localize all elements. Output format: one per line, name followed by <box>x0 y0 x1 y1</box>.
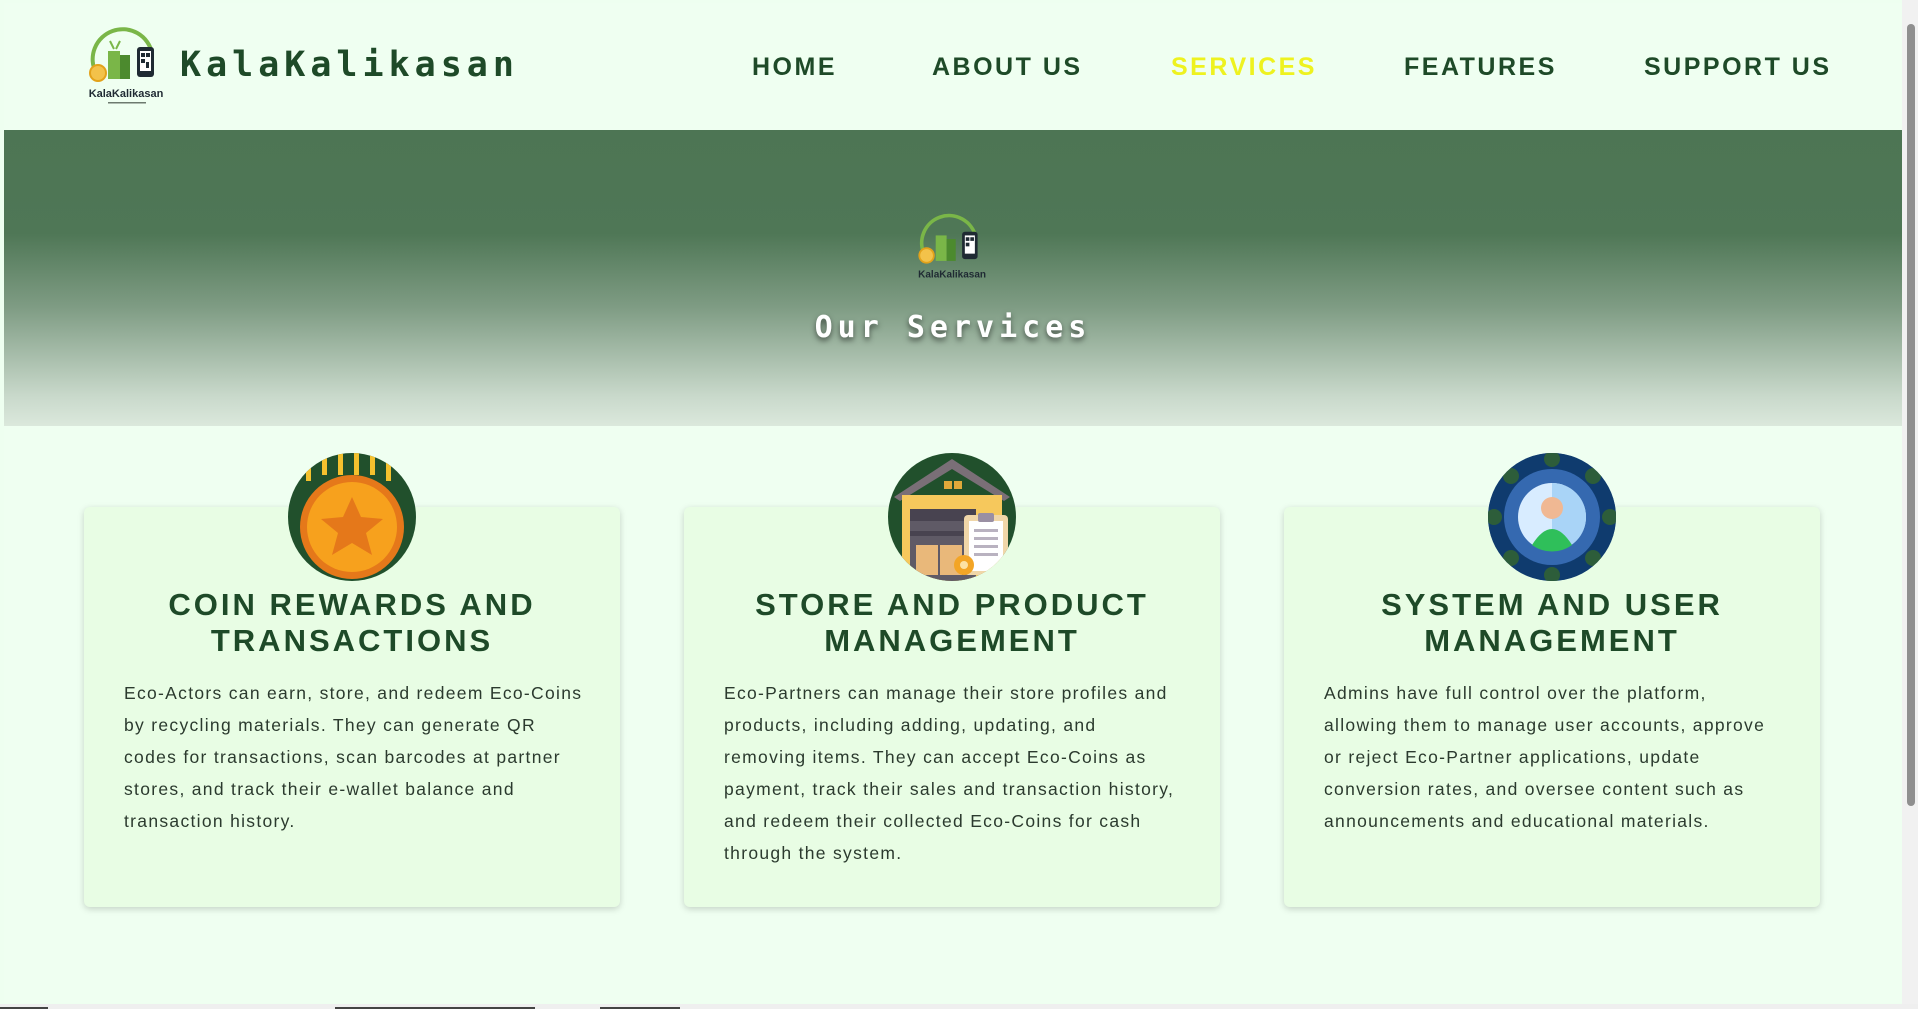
nav-support-us[interactable]: SUPPORT US <box>1644 53 1832 82</box>
page-title: Our Services <box>814 310 1092 345</box>
hero-logo: KalaKalikasan <box>912 210 994 290</box>
card-description: Admins have full control over the platfo… <box>1324 683 1766 831</box>
card-description: Eco-Partners can manage their store prof… <box>724 683 1175 863</box>
services-hero: KalaKalikasan Our Services <box>4 130 1902 426</box>
scrollbar-thumb[interactable] <box>1907 24 1915 806</box>
nav-services[interactable]: SERVICES <box>1171 53 1317 82</box>
hero-logo-wordmark: KalaKalikasan <box>918 269 986 280</box>
nav-about-us[interactable]: ABOUT US <box>932 53 1083 82</box>
logo-icon: KalaKalikasan <box>918 213 986 280</box>
nav-features[interactable]: FEATURES <box>1404 53 1557 82</box>
card-title: COIN REWARDS AND TRANSACTIONS <box>168 587 536 658</box>
bottom-tab-strip <box>0 1004 1918 1009</box>
user-admin-icon <box>1488 453 1616 581</box>
store-warehouse-icon <box>888 453 1016 581</box>
logo-wordmark: KalaKalikasan <box>89 88 164 100</box>
card-title: SYSTEM AND USER MANAGEMENT <box>1381 587 1723 658</box>
coin-star-icon <box>288 453 416 581</box>
site-header: KalaKalikasan KalaKalikasan HOME ABOUT U… <box>4 3 1902 130</box>
nav-home[interactable]: HOME <box>752 53 837 82</box>
vertical-scrollbar[interactable] <box>1902 0 1918 1009</box>
page: KalaKalikasan KalaKalikasan HOME ABOUT U… <box>4 3 1902 1003</box>
card-description: Eco-Actors can earn, store, and redeem E… <box>124 683 583 831</box>
card-title: STORE AND PRODUCT MANAGEMENT <box>755 587 1149 658</box>
main-nav: HOME ABOUT US SERVICES FEATURES SUPPORT … <box>4 53 1902 87</box>
